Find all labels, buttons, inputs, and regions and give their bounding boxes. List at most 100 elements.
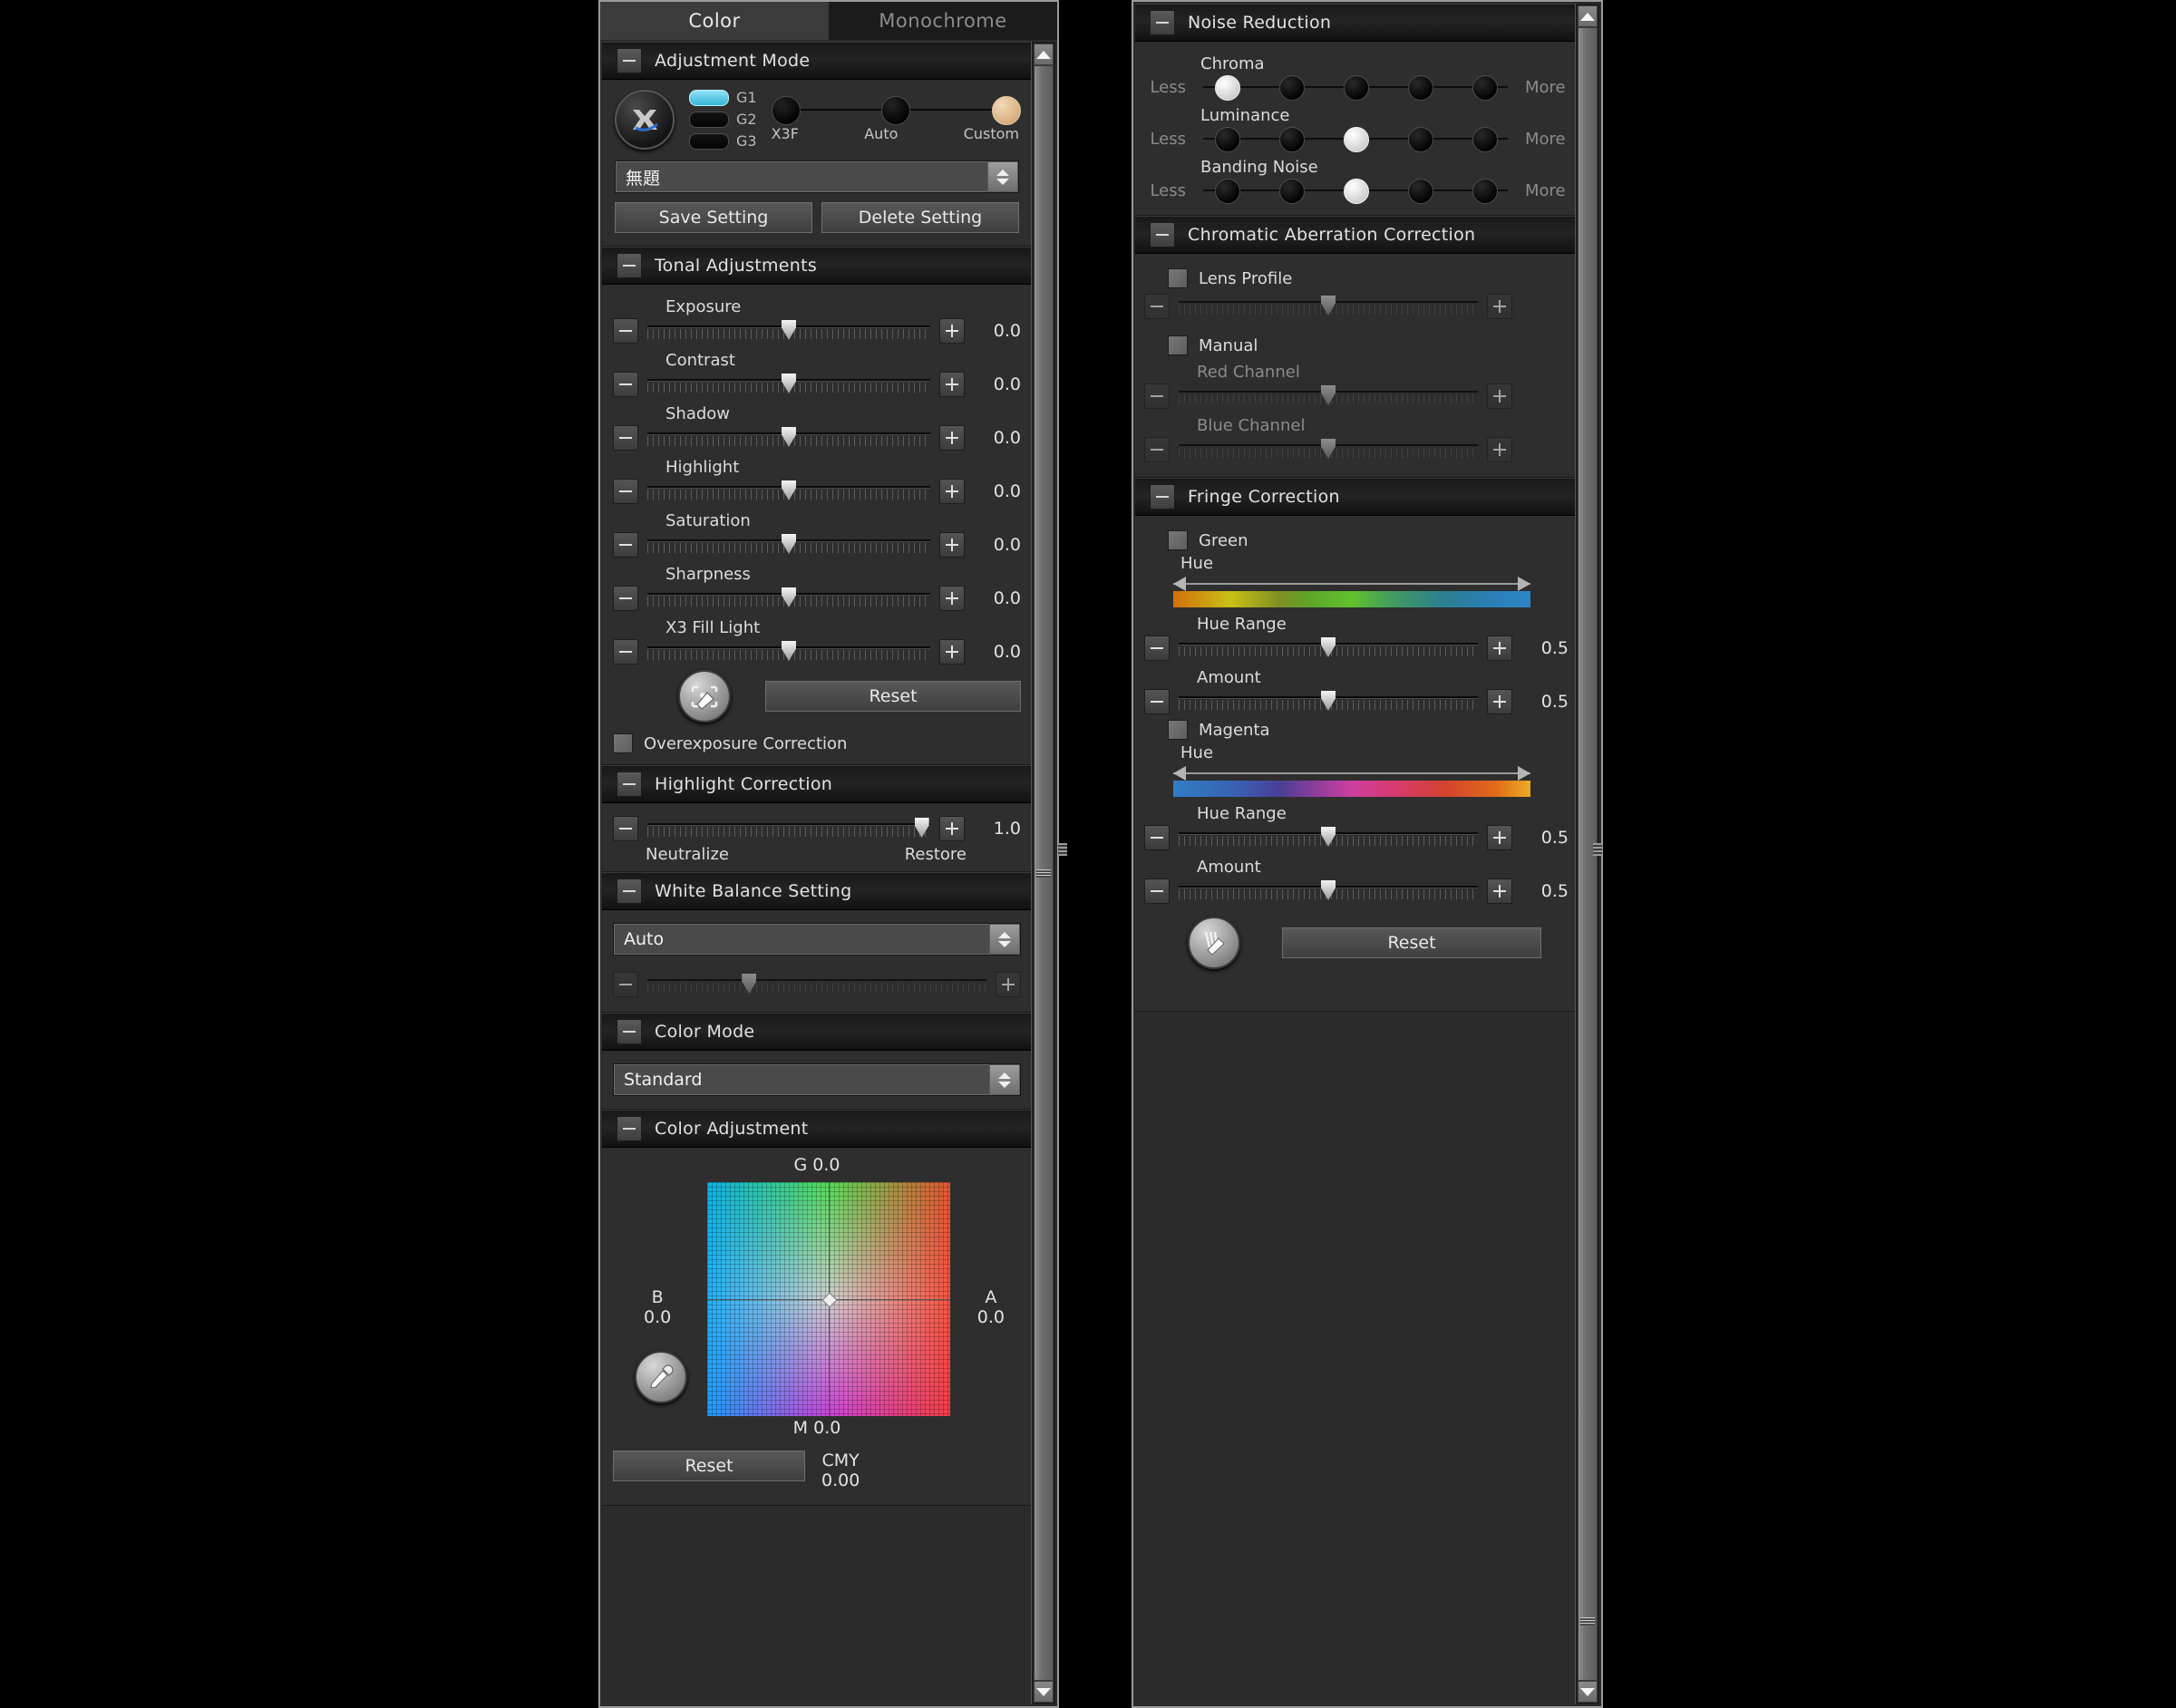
- preset-value[interactable]: 無題: [616, 161, 987, 192]
- nr-banding-noise-radio-track[interactable]: [1195, 179, 1516, 204]
- fringe-reset-button[interactable]: Reset: [1282, 927, 1541, 958]
- section-header-color-mode[interactable]: Color Mode: [602, 1013, 1032, 1051]
- right-panel-splitter-grip[interactable]: [1593, 843, 1602, 856]
- tonal-shadow-minus-button[interactable]: [613, 425, 638, 451]
- white-balance-value[interactable]: Auto: [614, 924, 989, 955]
- tonal-x3-fill-light-plus-button[interactable]: [939, 639, 965, 665]
- nr-chroma-radio-track[interactable]: [1195, 75, 1516, 101]
- scrollbar-thumb[interactable]: [1034, 65, 1054, 1681]
- highlight-plus-button[interactable]: [939, 816, 965, 841]
- color-adjustment-reset-button[interactable]: Reset: [613, 1451, 805, 1481]
- collapse-icon[interactable]: [1150, 222, 1175, 247]
- group-pill-g1[interactable]: [689, 89, 729, 106]
- white-balance-plus-button[interactable]: [996, 972, 1021, 997]
- scroll-down-arrow-icon[interactable]: [1034, 1681, 1054, 1703]
- lens-profile-checkbox[interactable]: [1168, 268, 1188, 288]
- collapse-icon[interactable]: [617, 1116, 642, 1141]
- lens-profile-plus-button[interactable]: [1487, 294, 1512, 319]
- manual-checkbox[interactable]: [1168, 335, 1188, 355]
- tonal-highlight-plus-button[interactable]: [939, 479, 965, 504]
- scroll-up-arrow-icon[interactable]: [1034, 44, 1054, 65]
- fringe-magenta-amount-minus-button[interactable]: [1144, 878, 1170, 904]
- white-balance-minus-button[interactable]: [613, 972, 638, 997]
- collapse-icon[interactable]: [1150, 10, 1175, 35]
- white-balance-combo[interactable]: Auto: [613, 923, 1021, 956]
- nr-luminance-dot-1[interactable]: [1215, 127, 1241, 152]
- delete-setting-button[interactable]: Delete Setting: [821, 202, 1019, 233]
- section-header-highlight-correction[interactable]: Highlight Correction: [602, 765, 1032, 803]
- left-panel-splitter-grip[interactable]: [1058, 843, 1067, 856]
- fringe-green-hue-range-slider[interactable]: [1179, 636, 1478, 660]
- collapse-icon[interactable]: [617, 1019, 642, 1044]
- ca-blue-channel-minus-button[interactable]: [1144, 437, 1170, 462]
- fringe-magenta-hue-track[interactable]: [1173, 766, 1530, 781]
- nr-banding-noise-dot-3[interactable]: [1344, 179, 1369, 204]
- color-mode-value[interactable]: Standard: [614, 1064, 989, 1095]
- preset-combo[interactable]: 無題: [615, 160, 1019, 193]
- fringe-magenta-checkbox[interactable]: [1168, 720, 1188, 740]
- fringe-green-hue-range-plus-button[interactable]: [1487, 636, 1512, 661]
- tonal-saturation-minus-button[interactable]: [613, 532, 638, 558]
- overexposure-correction-checkbox[interactable]: [613, 733, 633, 753]
- tonal-shadow-slider[interactable]: [647, 426, 930, 450]
- color-mode-combo[interactable]: Standard: [613, 1063, 1021, 1096]
- eyedropper-icon[interactable]: [635, 1351, 687, 1403]
- scroll-up-arrow-icon[interactable]: [1578, 5, 1598, 27]
- tonal-exposure-slider[interactable]: [647, 319, 930, 343]
- nr-chroma-dot-4[interactable]: [1407, 75, 1433, 101]
- section-header-noise-reduction[interactable]: Noise Reduction: [1135, 4, 1578, 42]
- fringe-magenta-hue-range-minus-button[interactable]: [1144, 825, 1170, 850]
- ca-blue-channel-plus-button[interactable]: [1487, 437, 1512, 462]
- tonal-sharpness-minus-button[interactable]: [613, 586, 638, 611]
- fringe-magenta-amount-plus-button[interactable]: [1487, 878, 1512, 904]
- collapse-icon[interactable]: [617, 48, 642, 73]
- tonal-shadow-plus-button[interactable]: [939, 425, 965, 451]
- mode-radio-track[interactable]: [771, 96, 1021, 125]
- nr-luminance-dot-5[interactable]: [1472, 127, 1498, 152]
- preset-spinner-icon[interactable]: [987, 161, 1018, 192]
- fringe-green-hue-track[interactable]: [1173, 577, 1530, 591]
- lens-profile-minus-button[interactable]: [1144, 294, 1170, 319]
- tonal-highlight-minus-button[interactable]: [613, 479, 638, 504]
- left-panel-scrollbar[interactable]: [1031, 42, 1055, 1704]
- mode-dot-auto[interactable]: [881, 96, 911, 125]
- tonal-exposure-minus-button[interactable]: [613, 318, 638, 344]
- tonal-contrast-plus-button[interactable]: [939, 372, 965, 397]
- tonal-x3-fill-light-slider[interactable]: [647, 640, 930, 664]
- fringe-green-hue-range-minus-button[interactable]: [1144, 636, 1170, 661]
- lens-profile-slider[interactable]: [1179, 295, 1478, 318]
- nr-banding-noise-dot-4[interactable]: [1407, 179, 1433, 204]
- fringe-magenta-amount-slider[interactable]: [1179, 879, 1478, 903]
- nr-luminance-radio-track[interactable]: [1195, 127, 1516, 152]
- fringe-green-amount-plus-button[interactable]: [1487, 689, 1512, 714]
- ca-red-channel-minus-button[interactable]: [1144, 383, 1170, 409]
- color-adjustment-wheel[interactable]: [707, 1182, 950, 1416]
- tonal-reset-button[interactable]: Reset: [765, 681, 1021, 712]
- nr-chroma-dot-5[interactable]: [1472, 75, 1498, 101]
- mode-dot-x3f[interactable]: [771, 96, 801, 125]
- ca-red-channel-slider[interactable]: [1179, 384, 1478, 408]
- ca-red-channel-plus-button[interactable]: [1487, 383, 1512, 409]
- sigma-x3-logo-icon[interactable]: [615, 89, 675, 150]
- tonal-exposure-plus-button[interactable]: [939, 318, 965, 344]
- mode-dot-custom[interactable]: [992, 96, 1021, 125]
- group-pill-g2[interactable]: [689, 111, 729, 128]
- tonal-sharpness-slider[interactable]: [647, 587, 930, 610]
- nr-luminance-dot-4[interactable]: [1407, 127, 1433, 152]
- fringe-green-checkbox[interactable]: [1168, 530, 1188, 550]
- nr-chroma-dot-3[interactable]: [1344, 75, 1369, 101]
- scroll-down-arrow-icon[interactable]: [1578, 1681, 1598, 1703]
- group-pill-g3[interactable]: [689, 132, 729, 150]
- collapse-icon[interactable]: [617, 253, 642, 278]
- white-balance-slider[interactable]: [647, 973, 986, 996]
- nr-chroma-dot-1[interactable]: [1215, 75, 1241, 101]
- color-mode-spinner-icon[interactable]: [989, 1064, 1020, 1095]
- collapse-icon[interactable]: [1150, 484, 1175, 509]
- ca-blue-channel-slider[interactable]: [1179, 438, 1478, 461]
- tab-color[interactable]: Color: [600, 2, 829, 40]
- fringe-picker-icon[interactable]: [1188, 917, 1240, 969]
- tonal-saturation-plus-button[interactable]: [939, 532, 965, 558]
- nr-luminance-dot-2[interactable]: [1279, 127, 1306, 152]
- save-setting-button[interactable]: Save Setting: [615, 202, 812, 233]
- tonal-contrast-slider[interactable]: [647, 373, 930, 396]
